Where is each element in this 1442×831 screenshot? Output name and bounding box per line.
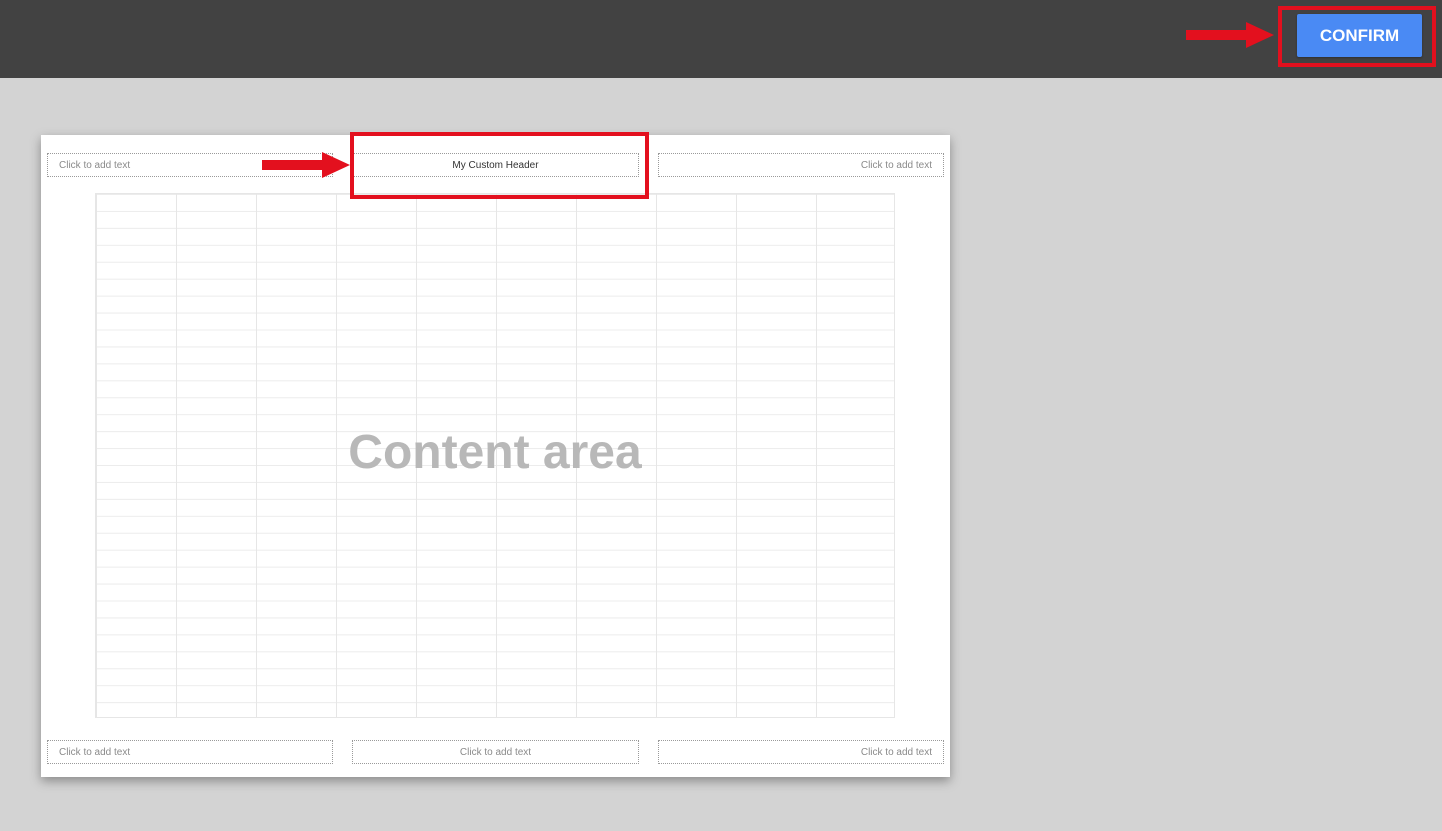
footer-right-text: Click to add text [860, 746, 932, 758]
footer-center-text: Click to add text [459, 746, 532, 758]
content-area-label: Content area [348, 426, 642, 479]
footer-right-field[interactable]: Click to add text [658, 740, 944, 764]
header-center-text: My Custom Header [452, 159, 539, 171]
footer-center-field[interactable]: Click to add text [352, 740, 639, 764]
header-left-text: Click to add text [59, 159, 131, 171]
top-toolbar: CONFIRM [0, 0, 1442, 78]
page-preview: Click to add text My Custom Header Click… [41, 135, 950, 777]
footer-left-field[interactable]: Click to add text [47, 740, 333, 764]
header-right-field[interactable]: Click to add text [658, 153, 944, 177]
header-center-field[interactable]: My Custom Header [352, 153, 639, 177]
header-left-field[interactable]: Click to add text [47, 153, 333, 177]
header-right-text: Click to add text [860, 159, 932, 171]
footer-left-text: Click to add text [59, 746, 131, 758]
confirm-button[interactable]: CONFIRM [1297, 14, 1422, 57]
